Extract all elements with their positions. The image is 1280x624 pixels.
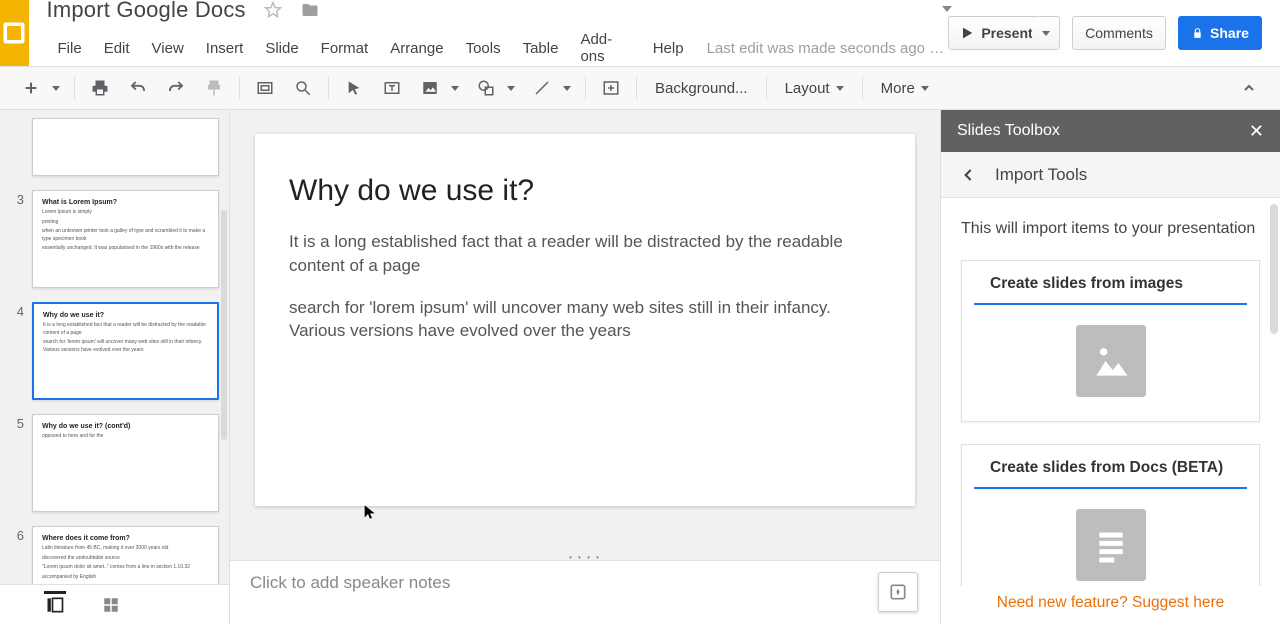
- menu-edit[interactable]: Edit: [93, 36, 141, 61]
- star-icon[interactable]: [264, 1, 282, 19]
- undo-button[interactable]: [121, 73, 155, 103]
- filmstrip: 3 What is Lorem Ipsum?Lorem Ipsum is simp…: [0, 110, 230, 624]
- menu-view[interactable]: View: [141, 36, 195, 61]
- slide-title[interactable]: Why do we use it?: [289, 174, 881, 208]
- slide-paragraph[interactable]: It is a long established fact that a rea…: [289, 230, 881, 278]
- doc-placeholder-icon: [1076, 509, 1146, 581]
- shape-tool-dropdown[interactable]: [507, 73, 521, 103]
- thumb-number: 4: [10, 302, 24, 319]
- new-slide-dropdown[interactable]: [52, 73, 66, 103]
- share-button[interactable]: Share: [1178, 16, 1262, 50]
- sidebar-title: Slides Toolbox: [957, 122, 1060, 140]
- menu-format[interactable]: Format: [310, 36, 380, 61]
- comments-button[interactable]: Comments: [1072, 16, 1166, 50]
- sidebar-back-button[interactable]: [959, 165, 979, 185]
- toolbar: Background... Layout More: [0, 66, 1280, 110]
- line-tool-dropdown[interactable]: [563, 73, 577, 103]
- suggest-feature-link[interactable]: Need new feature? Suggest here: [941, 586, 1280, 624]
- menu-file[interactable]: File: [47, 36, 93, 61]
- paint-format-button[interactable]: [197, 73, 231, 103]
- notes-placeholder: Click to add speaker notes: [250, 573, 450, 593]
- sidebar-scrollbar[interactable]: [1270, 204, 1278, 334]
- redo-button[interactable]: [159, 73, 193, 103]
- present-label: Present: [981, 25, 1032, 41]
- sidebar-intro: This will import items to your presentat…: [961, 218, 1260, 240]
- shape-tool[interactable]: [469, 73, 503, 103]
- present-button[interactable]: Present: [948, 16, 1044, 50]
- present-dropdown[interactable]: [1032, 16, 1060, 50]
- zoom-fit-button[interactable]: [248, 73, 282, 103]
- document-title[interactable]: Import Google Docs: [47, 0, 246, 23]
- thumb-number: [10, 118, 24, 120]
- menu-arrange[interactable]: Arrange: [379, 36, 454, 61]
- new-slide-button[interactable]: [14, 73, 48, 103]
- sidebar: Slides Toolbox ✕ Import Tools This will …: [940, 110, 1280, 624]
- image-tool[interactable]: [413, 73, 447, 103]
- select-tool[interactable]: [337, 73, 371, 103]
- slide-thumbnail[interactable]: Why do we use it? (cont'd)opposed to her…: [32, 414, 219, 512]
- filmstrip-view-button[interactable]: [44, 591, 66, 613]
- app-logo[interactable]: [0, 0, 29, 66]
- slide-thumbnail[interactable]: What is Lorem Ipsum?Lorem Ipsum is simpl…: [32, 190, 219, 288]
- header: Import Google Docs File Edit View Insert…: [0, 0, 1280, 66]
- card-docs-title: Create slides from Docs (BETA): [974, 445, 1247, 489]
- menu-insert[interactable]: Insert: [195, 36, 255, 61]
- more-label: More: [881, 80, 915, 97]
- filmstrip-footer: [0, 584, 229, 624]
- menubar: File Edit View Insert Slide Format Arran…: [47, 27, 948, 69]
- textbox-tool[interactable]: [375, 73, 409, 103]
- filmstrip-scrollbar[interactable]: [221, 210, 227, 440]
- card-images[interactable]: Create slides from images: [961, 260, 1260, 422]
- slide-paragraph[interactable]: search for 'lorem ipsum' will uncover ma…: [289, 296, 881, 344]
- collapse-toolbar-button[interactable]: [1232, 73, 1266, 103]
- image-tool-dropdown[interactable]: [451, 73, 465, 103]
- sidebar-subheader: Import Tools: [941, 152, 1280, 198]
- sidebar-subtitle: Import Tools: [995, 165, 1087, 185]
- last-edit-label: Last edit was made seconds ago by D…: [707, 40, 948, 57]
- header-actions: Present Comments Share: [948, 0, 1280, 66]
- more-button[interactable]: More: [871, 80, 939, 97]
- cursor-icon: [362, 502, 378, 522]
- explore-button[interactable]: [878, 572, 918, 612]
- slide[interactable]: Why do we use it? It is a long establish…: [255, 134, 915, 506]
- menu-help[interactable]: Help: [642, 36, 695, 61]
- menu-addons[interactable]: Add-ons: [569, 27, 641, 69]
- share-label: Share: [1210, 25, 1249, 41]
- comment-tool[interactable]: [594, 73, 628, 103]
- sidebar-header: Slides Toolbox ✕: [941, 110, 1280, 152]
- layout-button[interactable]: Layout: [775, 80, 854, 97]
- menu-table[interactable]: Table: [512, 36, 570, 61]
- move-folder-icon[interactable]: [300, 1, 320, 19]
- menu-tools[interactable]: Tools: [455, 36, 512, 61]
- zoom-button[interactable]: [286, 73, 320, 103]
- print-button[interactable]: [83, 73, 117, 103]
- canvas: Why do we use it? It is a long establish…: [230, 110, 940, 624]
- line-tool[interactable]: [525, 73, 559, 103]
- slide-thumbnail[interactable]: Why do we use it?It is a long establishe…: [32, 302, 219, 400]
- image-placeholder-icon: [1076, 325, 1146, 397]
- thumb-number: 3: [10, 190, 24, 207]
- card-docs[interactable]: Create slides from Docs (BETA): [961, 444, 1260, 586]
- thumb-number: 5: [10, 414, 24, 431]
- sidebar-close-button[interactable]: ✕: [1249, 121, 1264, 142]
- menu-slide[interactable]: Slide: [254, 36, 309, 61]
- grid-view-button[interactable]: [100, 594, 122, 616]
- card-images-title: Create slides from images: [974, 261, 1247, 305]
- speaker-notes[interactable]: Click to add speaker notes: [230, 560, 940, 624]
- background-button[interactable]: Background...: [645, 80, 758, 97]
- account-chevron-icon[interactable]: [942, 6, 952, 12]
- thumb-number: 6: [10, 526, 24, 543]
- layout-label: Layout: [785, 80, 830, 97]
- slide-thumbnail[interactable]: [32, 118, 219, 176]
